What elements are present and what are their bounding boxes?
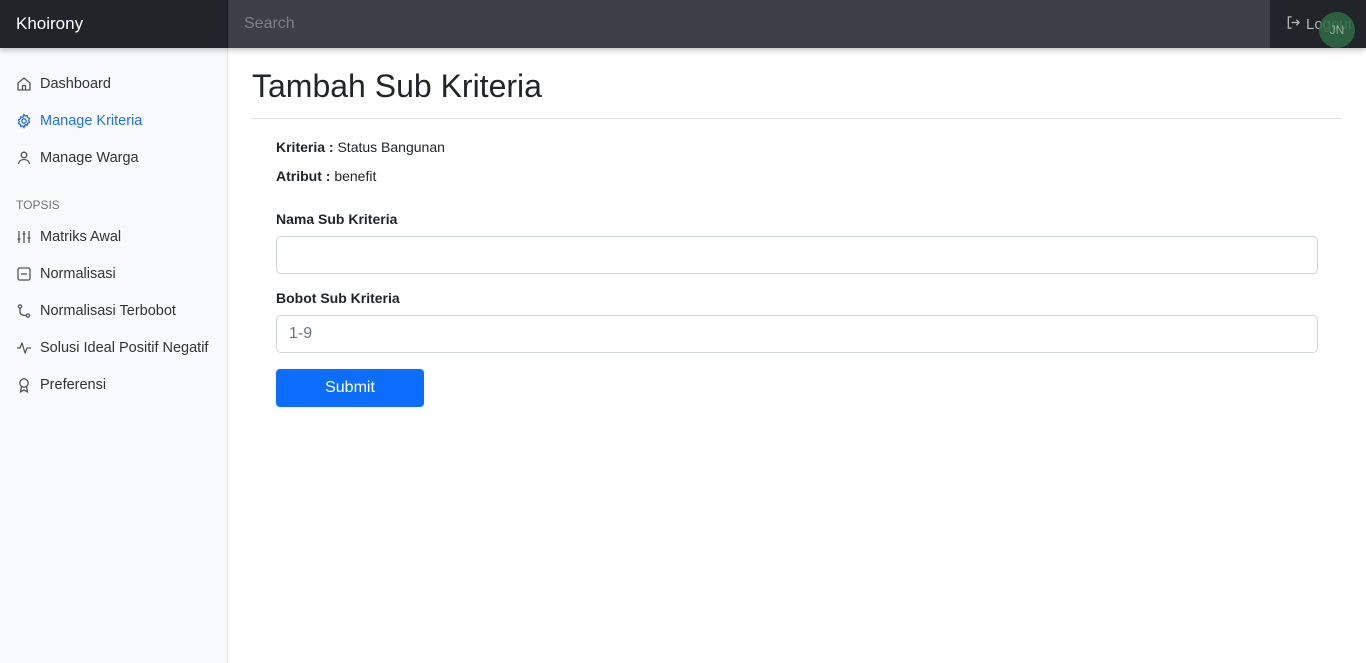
minus-square-icon	[16, 266, 32, 282]
avatar[interactable]: JN	[1319, 12, 1355, 48]
kriteria-label: Kriteria :	[276, 139, 334, 155]
kriteria-info: Kriteria : Status Bangunan	[276, 137, 1318, 166]
gear-icon	[16, 112, 32, 129]
sidebar-section-heading: TOPSIS	[16, 198, 60, 212]
sliders-icon	[16, 229, 32, 245]
atribut-info: Atribut : benefit	[276, 166, 1318, 195]
award-icon	[16, 377, 32, 393]
sidebar-item-solusi-ideal[interactable]: Solusi Ideal Positif Negatif	[0, 329, 227, 366]
search-input[interactable]	[228, 0, 1270, 48]
sidebar-item-preferensi[interactable]: Preferensi	[0, 366, 227, 403]
nama-sub-kriteria-input[interactable]	[276, 236, 1318, 274]
logout-icon	[1286, 15, 1301, 34]
sidebar-item-label: Solusi Ideal Positif Negatif	[40, 339, 209, 356]
sidebar: Dashboard Manage Kriteria Manage Warga T…	[0, 48, 228, 663]
sidebar-item-label: Preferensi	[40, 376, 107, 393]
sidebar-item-normalisasi[interactable]: Normalisasi	[0, 255, 227, 292]
sidebar-item-label: Dashboard	[40, 75, 111, 92]
add-sub-kriteria-form: Kriteria : Status Bangunan Atribut : ben…	[252, 119, 1318, 407]
nama-sub-kriteria-label: Nama Sub Kriteria	[276, 211, 398, 227]
navbar-right: Logout JN	[1270, 0, 1366, 48]
sidebar-item-normalisasi-terbobot[interactable]: Normalisasi Terbobot	[0, 292, 227, 329]
sidebar-item-manage-kriteria[interactable]: Manage Kriteria	[0, 102, 227, 139]
sidebar-item-label: Manage Warga	[40, 149, 139, 166]
atribut-label: Atribut :	[276, 168, 331, 184]
sidebar-item-dashboard[interactable]: Dashboard	[0, 65, 227, 102]
top-navbar: Khoirony Logout JN	[0, 0, 1366, 48]
sidebar-item-label: Normalisasi	[40, 265, 116, 282]
git-branch-icon	[16, 303, 32, 319]
bobot-sub-kriteria-label: Bobot Sub Kriteria	[276, 290, 400, 306]
brand-logo[interactable]: Khoirony	[0, 0, 228, 48]
user-icon	[16, 150, 32, 166]
bobot-sub-kriteria-input[interactable]	[276, 315, 1318, 353]
sidebar-item-label: Manage Kriteria	[40, 112, 143, 129]
atribut-value: benefit	[334, 168, 377, 184]
sidebar-item-label: Matriks Awal	[40, 228, 122, 245]
sidebar-item-matriks-awal[interactable]: Matriks Awal	[0, 218, 227, 255]
activity-icon	[16, 340, 32, 356]
kriteria-value: Status Bangunan	[337, 139, 445, 155]
home-icon	[16, 76, 32, 92]
main-content: Tambah Sub Kriteria Kriteria : Status Ba…	[252, 48, 1342, 407]
sidebar-item-manage-warga[interactable]: Manage Warga	[0, 139, 227, 176]
page-title: Tambah Sub Kriteria	[252, 68, 542, 104]
submit-button[interactable]: Submit	[276, 369, 424, 407]
sidebar-item-label: Normalisasi Terbobot	[40, 302, 176, 319]
